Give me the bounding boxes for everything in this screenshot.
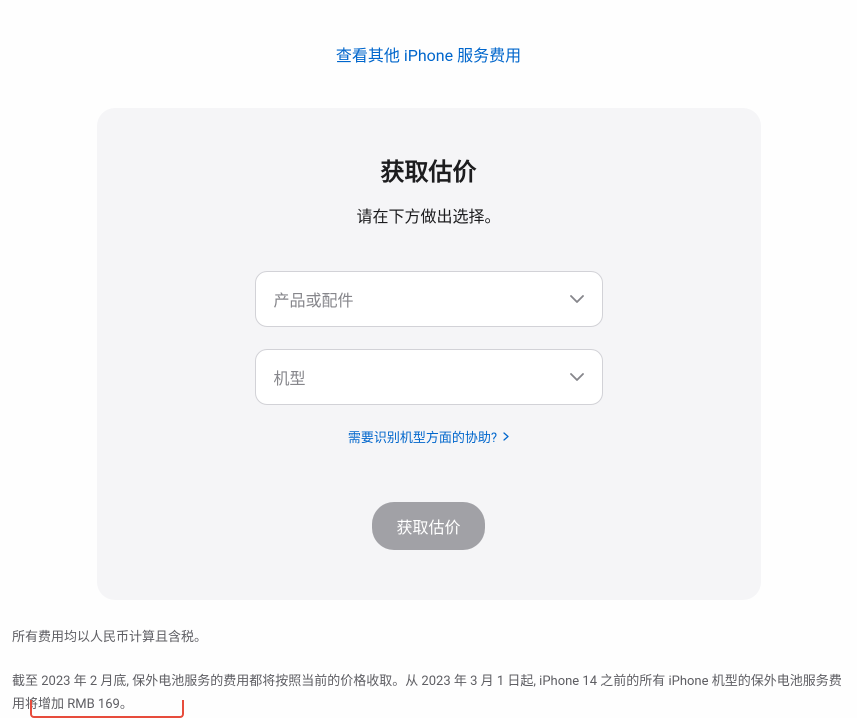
product-select[interactable]: 产品或配件 <box>255 271 603 327</box>
model-select-wrapper: 机型 <box>255 349 603 405</box>
model-select[interactable]: 机型 <box>255 349 603 405</box>
product-select-placeholder: 产品或配件 <box>274 287 354 311</box>
model-select-placeholder: 机型 <box>274 365 306 389</box>
card-title: 获取估价 <box>381 152 477 187</box>
footer-line2: 截至 2023 年 2 月底, 保外电池服务的费用都将按照当前的价格收取。从 2… <box>12 670 845 717</box>
help-link-text: 需要识别机型方面的协助? <box>348 427 497 446</box>
product-select-wrapper: 产品或配件 <box>255 271 603 327</box>
chevron-down-icon <box>570 295 584 303</box>
footer-line2-text: 截至 2023 年 2 月底, 保外电池服务的费用都将按照当前的价格收取。从 2… <box>12 674 842 712</box>
other-services-link[interactable]: 查看其他 iPhone 服务费用 <box>336 42 521 66</box>
estimate-card: 获取估价 请在下方做出选择。 产品或配件 机型 需要识别机型方面的协助? <box>97 108 761 600</box>
card-subtitle: 请在下方做出选择。 <box>356 203 500 227</box>
chevron-down-icon <box>570 373 584 381</box>
identify-help-link[interactable]: 需要识别机型方面的协助? <box>348 427 509 446</box>
footer-text: 所有费用均以人民币计算且含税。 截至 2023 年 2 月底, 保外电池服务的费… <box>0 628 857 716</box>
footer-line1: 所有费用均以人民币计算且含税。 <box>12 628 845 648</box>
get-estimate-button[interactable]: 获取估价 <box>372 502 484 550</box>
chevron-right-icon <box>503 432 509 441</box>
